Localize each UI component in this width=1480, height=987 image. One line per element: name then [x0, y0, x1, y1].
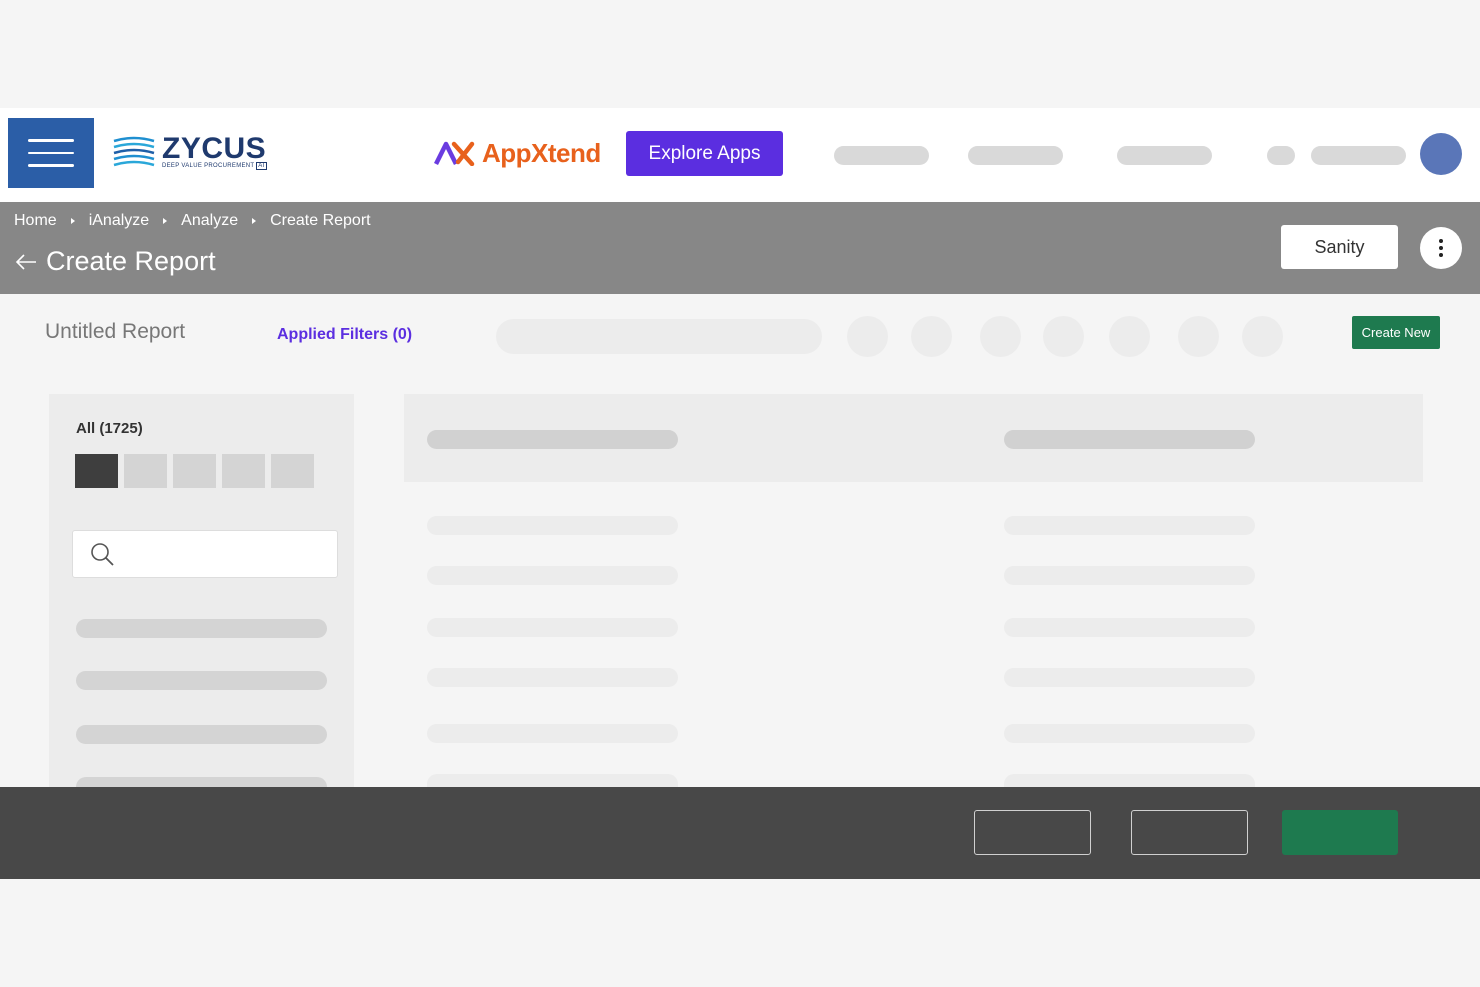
table-cell-placeholder [427, 668, 678, 687]
menu-line [28, 164, 74, 167]
field-search-box [72, 530, 338, 578]
sanity-button[interactable]: Sanity [1281, 225, 1398, 269]
kebab-dot [1439, 239, 1443, 243]
footer-secondary-button[interactable] [1131, 810, 1248, 855]
breadcrumb-create-report: Create Report [270, 212, 371, 229]
nav-icon-placeholder[interactable] [1267, 146, 1295, 165]
report-name-field[interactable]: Untitled Report [45, 320, 185, 344]
ai-badge: AI [256, 161, 267, 170]
field-type-filter-all[interactable] [75, 454, 118, 488]
page-header: Home iAnalyze Analyze Create Report Crea… [0, 202, 1480, 294]
applied-filters-link[interactable]: Applied Filters (0) [277, 326, 412, 344]
explore-apps-button[interactable]: Explore Apps [626, 131, 783, 176]
breadcrumb-chevron-icon [163, 218, 168, 224]
table-cell-placeholder [427, 618, 678, 637]
hamburger-menu-button[interactable] [8, 118, 94, 188]
zycus-wordmark: ZYCUS DEEP VALUE PROCUREMENT AI [162, 131, 267, 170]
nav-item-placeholder[interactable] [968, 146, 1063, 165]
table-cell-placeholder [1004, 774, 1255, 787]
footer-secondary-button[interactable] [974, 810, 1091, 855]
back-arrow-icon[interactable] [14, 252, 38, 272]
toolbar-action-placeholder[interactable] [1043, 316, 1084, 357]
nav-item-placeholder[interactable] [834, 146, 929, 165]
table-cell-placeholder [427, 724, 678, 743]
toolbar-action-placeholder[interactable] [1178, 316, 1219, 357]
page-title: Create Report [46, 246, 216, 276]
field-type-filter[interactable] [222, 454, 265, 488]
zycus-brand-name: ZYCUS [162, 131, 267, 165]
breadcrumb-home[interactable]: Home [14, 212, 57, 230]
zycus-tagline: DEEP VALUE PROCUREMENT AI [162, 161, 267, 170]
menu-line [28, 151, 74, 155]
field-search-input[interactable] [125, 531, 337, 577]
field-list-item[interactable] [76, 725, 327, 744]
appxtend-mark-icon [434, 141, 475, 166]
create-new-button[interactable]: Create New [1352, 316, 1440, 349]
footer-primary-button[interactable] [1282, 810, 1398, 855]
breadcrumb: Home iAnalyze Analyze Create Report [14, 212, 371, 230]
toolbar-action-placeholder[interactable] [1109, 316, 1150, 357]
breadcrumb-ianalyze[interactable]: iAnalyze [89, 212, 149, 230]
all-fields-count: All (1725) [76, 420, 143, 437]
table-cell-placeholder [427, 566, 678, 585]
field-type-filter[interactable] [124, 454, 167, 488]
breadcrumb-chevron-icon [70, 218, 75, 224]
table-cell-placeholder [1004, 618, 1255, 637]
zycus-logo[interactable]: ZYCUS DEEP VALUE PROCUREMENT AI [112, 132, 267, 172]
table-cell-placeholder [427, 516, 678, 535]
breadcrumb-analyze[interactable]: Analyze [181, 212, 238, 230]
table-cell-placeholder [1004, 566, 1255, 585]
zycus-swirl-icon [113, 136, 155, 167]
toolbar-action-placeholder[interactable] [911, 316, 952, 357]
appxtend-logo[interactable]: AppXtend [434, 138, 601, 168]
nav-item-placeholder[interactable] [1117, 146, 1212, 165]
table-cell-placeholder [1004, 668, 1255, 687]
field-list-item[interactable] [76, 619, 327, 638]
top-navigation-bar: ZYCUS DEEP VALUE PROCUREMENT AI AppXtend… [0, 108, 1480, 202]
field-type-filter[interactable] [271, 454, 314, 488]
menu-line [28, 139, 74, 142]
toolbar-action-placeholder[interactable] [980, 316, 1021, 357]
kebab-dot [1439, 246, 1443, 250]
footer-action-bar [0, 787, 1480, 879]
more-options-icon[interactable] [1420, 227, 1462, 269]
table-header [404, 394, 1423, 482]
appxtend-wordmark: AppXtend [482, 137, 601, 168]
table-cell-placeholder [1004, 724, 1255, 743]
field-list-item[interactable] [76, 777, 327, 787]
kebab-dot [1439, 253, 1443, 257]
column-header-placeholder [427, 430, 678, 449]
field-type-filters [75, 454, 314, 488]
breadcrumb-chevron-icon [252, 218, 257, 224]
table-cell-placeholder [427, 774, 678, 787]
field-list-item[interactable] [76, 671, 327, 690]
field-type-filter[interactable] [173, 454, 216, 488]
toolbar-placeholder-bar [496, 319, 822, 354]
user-name-placeholder[interactable] [1311, 146, 1406, 165]
user-avatar[interactable] [1420, 133, 1462, 175]
search-icon [91, 543, 114, 566]
toolbar-action-placeholder[interactable] [847, 316, 888, 357]
toolbar-action-placeholder[interactable] [1242, 316, 1283, 357]
table-cell-placeholder [1004, 516, 1255, 535]
fields-panel: All (1725) [49, 394, 354, 787]
column-header-placeholder [1004, 430, 1255, 449]
